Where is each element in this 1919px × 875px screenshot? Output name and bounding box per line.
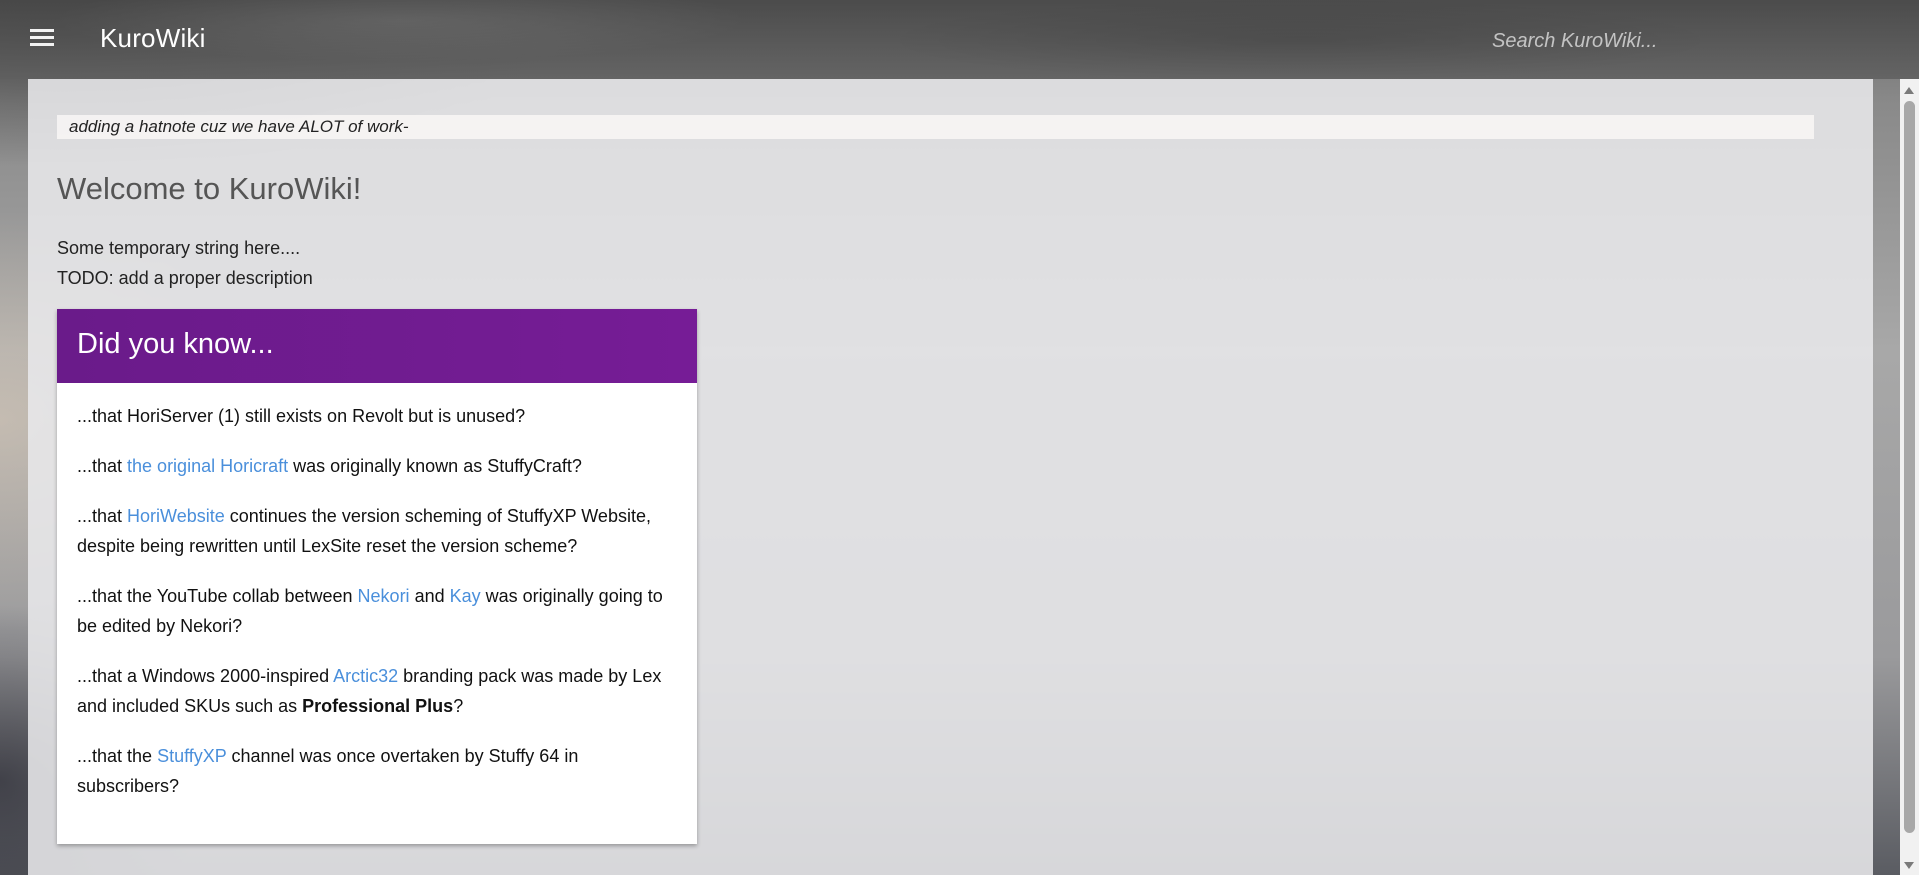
hatnote: adding a hatnote cuz we have ALOT of wor… — [57, 115, 1814, 139]
page-title: Welcome to KuroWiki! — [57, 171, 362, 206]
fact-link-kay[interactable]: Kay — [450, 586, 481, 606]
fact-text: ...that the YouTube collab between — [77, 586, 358, 606]
fact-link-horicraft[interactable]: the original Horicraft — [127, 456, 288, 476]
fact-text: and — [409, 586, 450, 606]
fact-bold-text: Professional Plus — [302, 696, 454, 716]
fact-text: ...that — [77, 506, 128, 526]
fact-text: ...that HoriServer (1) still exists on R… — [77, 406, 526, 426]
did-you-know-header: Did you know... — [57, 309, 697, 383]
fact-link-stuffyxp[interactable]: StuffyXP — [157, 746, 226, 766]
fact-item: ...that the YouTube collab between Nekor… — [77, 581, 677, 641]
fact-item: ...that the StuffyXP channel was once ov… — [77, 741, 677, 801]
scroll-down-arrow-icon[interactable] — [1904, 862, 1914, 869]
fact-item: ...that the original Horicraft was origi… — [77, 451, 677, 481]
site-title[interactable]: KuroWiki — [100, 23, 206, 54]
top-app-bar: KuroWiki — [0, 0, 1919, 79]
intro-line: TODO: add a proper description — [57, 268, 313, 288]
did-you-know-card: Did you know... ...that HoriServer (1) s… — [57, 309, 697, 844]
hamburger-menu-icon[interactable] — [30, 26, 56, 50]
scroll-up-arrow-icon[interactable] — [1904, 87, 1914, 94]
fact-text: ...that — [77, 456, 128, 476]
did-you-know-title: Did you know... — [77, 328, 274, 360]
fact-text: ...that a Windows 2000-inspired — [77, 666, 334, 686]
fact-item: ...that HoriWebsite continues the versio… — [77, 501, 677, 561]
fact-link-arctic32[interactable]: Arctic32 — [333, 666, 398, 686]
vertical-scrollbar[interactable] — [1900, 79, 1919, 875]
fact-item: ...that a Windows 2000-inspired Arctic32… — [77, 661, 677, 721]
intro-line: Some temporary string here.... — [57, 238, 301, 258]
fact-text: ...that the — [77, 746, 158, 766]
search-input[interactable] — [1490, 25, 1894, 57]
fact-text: was originally known as StuffyCraft? — [288, 456, 582, 476]
scrollbar-thumb[interactable] — [1904, 101, 1915, 833]
fact-item: ...that HoriServer (1) still exists on R… — [77, 401, 677, 431]
fact-link-horiwebsite[interactable]: HoriWebsite — [127, 506, 225, 526]
did-you-know-list: ...that HoriServer (1) still exists on R… — [57, 383, 697, 801]
fact-text: ? — [453, 696, 464, 716]
main-content: adding a hatnote cuz we have ALOT of wor… — [28, 79, 1873, 875]
intro-text: Some temporary string here.... TODO: add… — [57, 233, 313, 293]
fact-link-nekori[interactable]: Nekori — [358, 586, 410, 606]
